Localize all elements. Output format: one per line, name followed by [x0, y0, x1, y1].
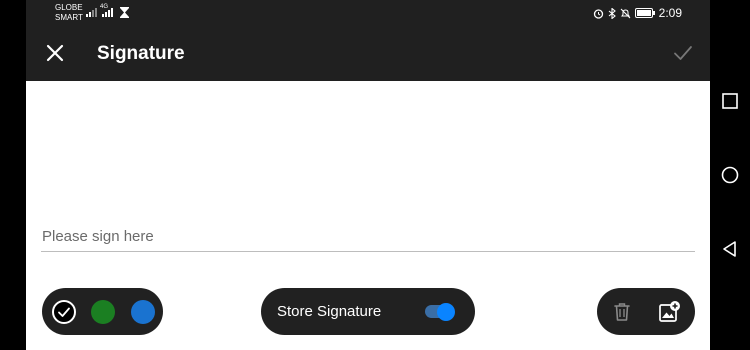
color-swatch-blue[interactable]	[131, 300, 155, 324]
store-signature-control: Store Signature	[261, 288, 475, 335]
alarm-icon	[593, 8, 603, 19]
toggle-thumb	[437, 303, 455, 321]
signal-icon-2	[102, 8, 113, 17]
status-right-group: 2:09	[593, 6, 682, 20]
close-icon[interactable]	[42, 40, 68, 66]
color-picker	[42, 288, 163, 335]
bluetooth-icon	[608, 7, 616, 19]
status-bar: GLOBE SMART 4G 2:09	[26, 0, 710, 26]
confirm-check-icon[interactable]	[672, 42, 694, 64]
trash-icon[interactable]	[610, 300, 634, 324]
hourglass-icon	[120, 7, 129, 18]
signature-canvas[interactable]: Please sign here Store Signature	[26, 81, 710, 350]
home-circle-icon[interactable]	[720, 165, 740, 185]
store-signature-toggle[interactable]	[425, 303, 457, 321]
color-swatch-green[interactable]	[91, 300, 115, 324]
add-image-icon[interactable]	[657, 300, 681, 324]
carrier-names: GLOBE SMART	[55, 3, 83, 23]
carrier-2-label: SMART	[55, 13, 83, 22]
recents-square-icon[interactable]	[720, 91, 740, 111]
left-screen-edge	[0, 0, 26, 350]
carrier-1-label: GLOBE	[55, 3, 83, 12]
signature-baseline	[41, 251, 695, 252]
color-swatch-black[interactable]	[52, 300, 76, 324]
signature-actions	[597, 288, 695, 335]
sign-here-placeholder: Please sign here	[42, 228, 154, 245]
selected-check-icon	[58, 307, 70, 317]
mute-bell-icon	[620, 8, 631, 18]
back-triangle-icon[interactable]	[720, 239, 740, 259]
page-title: Signature	[97, 43, 185, 64]
system-nav-bar	[710, 0, 750, 350]
battery-icon	[634, 8, 655, 18]
app-bar: Signature	[26, 26, 710, 81]
clock-time: 2:09	[658, 6, 682, 20]
store-signature-label: Store Signature	[277, 303, 382, 320]
signal-icon	[86, 8, 97, 17]
